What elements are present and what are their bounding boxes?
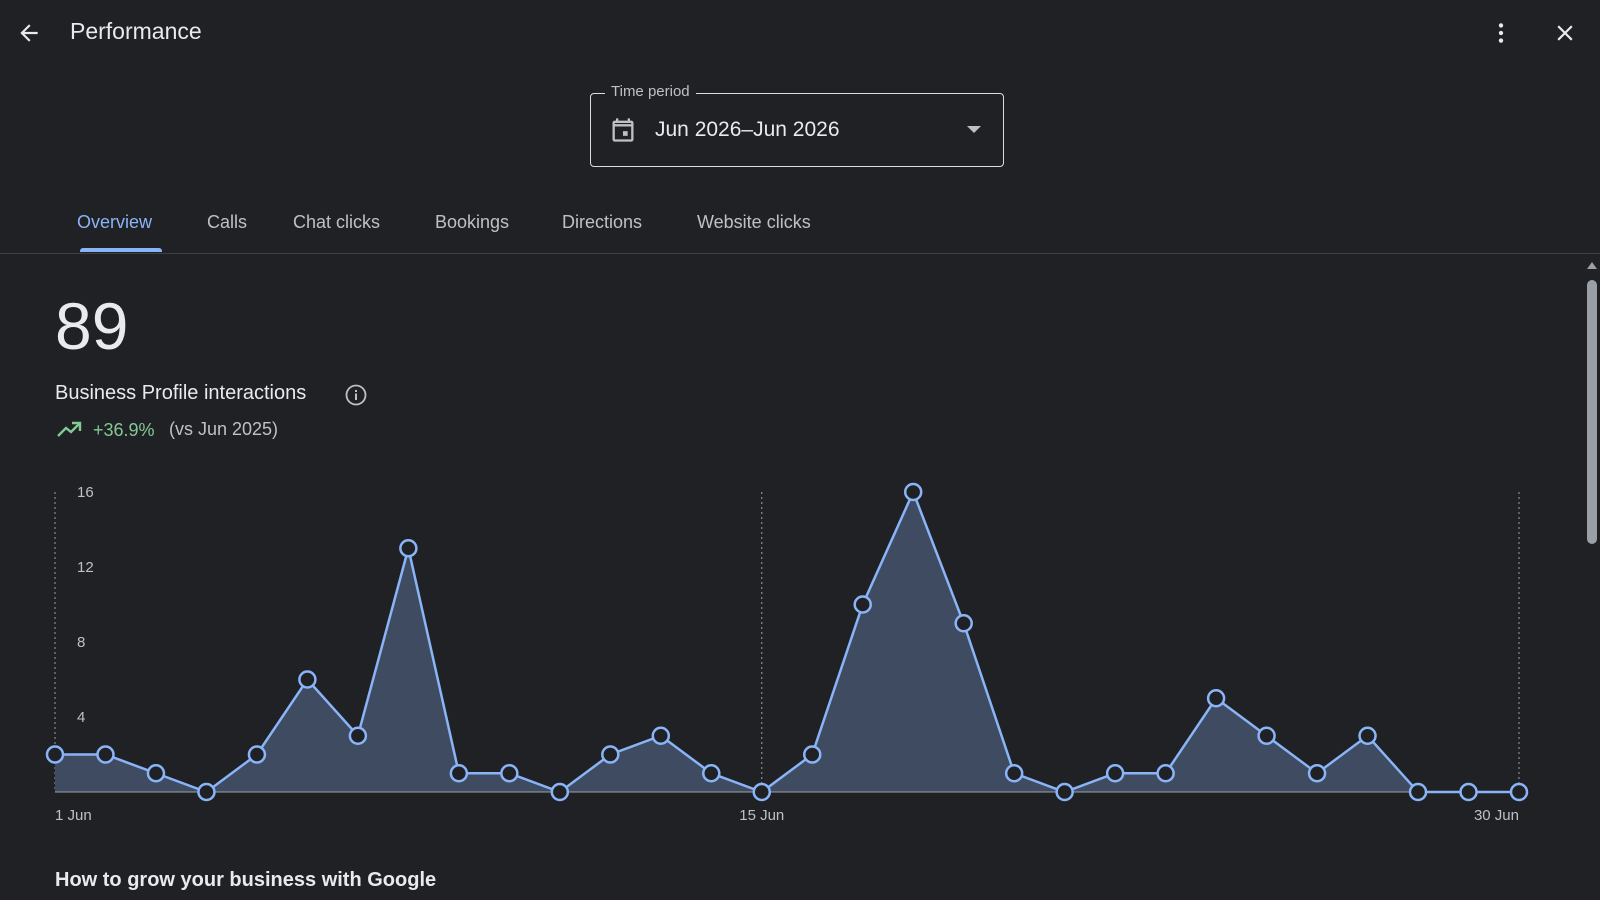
more-options-button[interactable]: [1484, 16, 1518, 50]
interactions-chart: 4 8 12 16 1 Jun 15 Jun 30 Jun: [45, 482, 1529, 824]
data-point: [1257, 726, 1276, 745]
back-button[interactable]: [12, 16, 46, 50]
data-point: [1408, 782, 1428, 802]
data-point: [1105, 764, 1125, 783]
more-vert-icon: [1498, 23, 1504, 43]
data-point: [601, 745, 620, 764]
y-tick-label: 16: [77, 484, 94, 501]
total-interactions: 89: [55, 289, 129, 363]
data-point: [1509, 782, 1529, 802]
data-point: [1055, 782, 1074, 802]
calendar-icon: [612, 118, 634, 142]
data-point: [954, 614, 973, 633]
tab-website-clicks[interactable]: Website clicks: [697, 212, 811, 233]
y-tick-label: 12: [77, 559, 94, 576]
data-point: [146, 764, 166, 783]
data-point: [651, 726, 671, 745]
info-icon[interactable]: [344, 383, 368, 407]
data-point: [197, 782, 216, 802]
tab-overview[interactable]: Overview: [77, 212, 152, 233]
tab-directions[interactable]: Directions: [562, 212, 642, 233]
data-point: [853, 595, 872, 614]
tab-bookings[interactable]: Bookings: [435, 212, 509, 233]
y-tick-label: 8: [77, 634, 85, 651]
data-point: [903, 482, 923, 502]
tab-bar: Overview Calls Chat clicks Bookings Dire…: [0, 196, 1600, 254]
data-point: [348, 726, 368, 745]
y-tick-label: 4: [77, 709, 85, 726]
data-point: [45, 745, 65, 764]
data-point: [702, 764, 721, 783]
x-tick-label: 15 Jun: [739, 807, 784, 824]
scrollbar[interactable]: [1584, 258, 1600, 900]
grow-business-heading: How to grow your business with Google: [55, 869, 437, 891]
data-point: [298, 670, 317, 689]
data-point: [247, 745, 267, 764]
data-point: [1156, 764, 1175, 783]
change-percent: +36.9%: [93, 420, 155, 440]
active-tab-indicator: [80, 248, 162, 252]
page-title: Performance: [70, 18, 202, 44]
data-point: [1206, 689, 1226, 708]
time-period-select[interactable]: Time period Jun 2026–Jun 2026: [590, 83, 1004, 167]
time-period-value: Jun 2026–Jun 2026: [655, 118, 840, 141]
dropdown-arrow-icon: [967, 126, 981, 133]
data-point: [449, 764, 469, 783]
data-point: [1307, 764, 1327, 783]
trending-up-icon: [57, 421, 82, 437]
data-point: [1459, 782, 1478, 802]
scrollbar-thumb[interactable]: [1587, 280, 1597, 544]
tab-chat-clicks[interactable]: Chat clicks: [293, 212, 380, 233]
comparison-period: (vs Jun 2025): [169, 419, 279, 439]
top-bar: Performance: [0, 0, 1600, 66]
data-point: [1004, 764, 1024, 783]
overview-panel: 89 Business Profile interactions +36.9% …: [0, 255, 1584, 900]
close-button[interactable]: [1548, 16, 1582, 50]
data-point: [1358, 726, 1377, 745]
arrow-back-icon: [20, 24, 38, 42]
tab-calls[interactable]: Calls: [207, 212, 247, 233]
data-point: [500, 764, 519, 783]
data-point: [550, 782, 570, 802]
x-tick-label: 1 Jun: [55, 807, 92, 824]
metric-label: Business Profile interactions: [55, 382, 307, 404]
data-point: [96, 745, 115, 764]
scroll-up-arrow-icon[interactable]: [1587, 262, 1597, 269]
x-tick-label: 30 Jun: [1474, 807, 1519, 824]
data-point: [752, 782, 772, 802]
data-point: [399, 539, 418, 558]
data-point: [802, 745, 822, 764]
close-icon: [1557, 25, 1573, 41]
time-period-label: Time period: [605, 83, 696, 100]
chart-area-fill: [55, 492, 1519, 792]
